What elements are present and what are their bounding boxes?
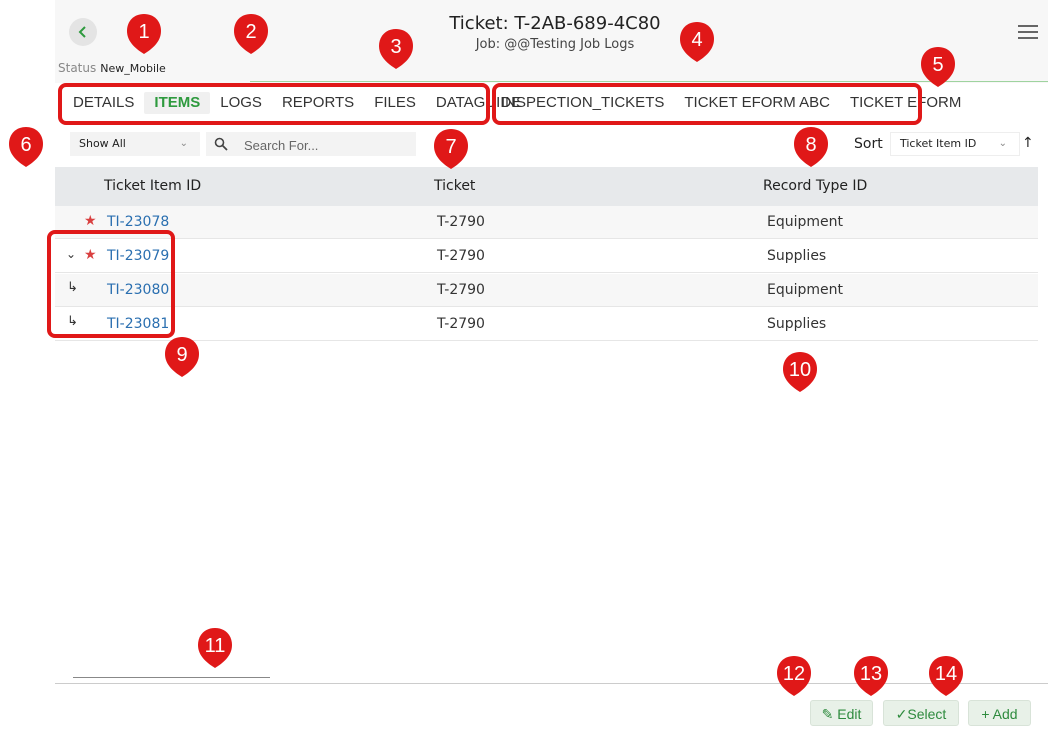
callout-marker: 10 [780,350,820,394]
star-icon[interactable]: ★ [84,213,97,229]
record-type-cell: Equipment [767,214,843,230]
table-row[interactable]: ↳ TI-23081 T-2790 Supplies [55,308,1038,341]
ticket-cell: T-2790 [437,214,485,230]
sort-value: Ticket Item ID [900,137,977,150]
column-header-ticket[interactable]: Ticket [434,178,475,194]
callout-marker: 7 [431,127,471,171]
back-button[interactable] [69,18,97,46]
select-button[interactable]: ✓Select [883,700,959,726]
table-row[interactable]: ★ TI-23078 T-2790 Equipment [55,206,1038,239]
ticket-item-id-link[interactable]: TI-23078 [107,214,169,230]
search-box [206,132,416,156]
add-button[interactable]: + Add [968,700,1031,726]
callout-marker: 11 [195,626,235,670]
bottom-input-underline[interactable] [73,677,270,678]
search-input[interactable] [242,134,406,156]
footer-divider [55,683,1048,684]
edit-button-label: Edit [837,706,862,722]
chevron-down-icon: ⌄ [998,138,1007,149]
callout-marker: 1 [124,12,164,56]
callout-marker: 2 [231,12,271,56]
record-type-cell: Supplies [767,316,827,332]
select-button-label: Select [907,706,947,722]
sort-label: Sort [854,136,883,152]
status-row: Status New_Mobile [58,61,166,75]
ticket-cell: T-2790 [437,316,485,332]
table-row[interactable]: ↳ TI-23080 T-2790 Equipment [55,274,1038,307]
chevron-left-icon [78,26,86,38]
filter-value: Show All [79,137,126,150]
hamburger-menu-icon[interactable] [1017,24,1039,40]
pencil-icon: ✎ [821,706,834,722]
status-value: New_Mobile [100,62,166,75]
column-header-record-type-id[interactable]: Record Type ID [763,178,867,194]
callout-box-row-controls [47,230,175,338]
status-label: Status [58,61,97,75]
sort-ascending-icon[interactable]: ↑ [1022,135,1034,151]
callout-box-secondary-tabs [492,83,922,125]
callout-marker: 8 [791,125,831,169]
callout-marker: 4 [677,20,717,64]
callout-marker: 13 [851,654,891,698]
ticket-cell: T-2790 [437,248,485,264]
callout-marker: 5 [918,45,958,89]
table-header: Ticket Item ID Ticket Record Type ID [55,167,1038,206]
filter-dropdown[interactable]: Show All ⌄ [70,132,200,156]
column-header-ticket-item-id[interactable]: Ticket Item ID [104,178,201,194]
record-type-cell: Equipment [767,282,843,298]
callout-box-primary-tabs [58,83,490,125]
table-row[interactable]: ⌄ ★ TI-23079 T-2790 Supplies [55,240,1038,273]
callout-marker: 6 [6,125,46,169]
callout-marker: 9 [162,335,202,379]
callout-marker: 3 [376,27,416,71]
check-icon: ✓ [895,706,908,722]
callout-marker: 14 [926,654,966,698]
callout-marker: 12 [774,654,814,698]
chevron-down-icon: ⌄ [179,138,188,149]
record-type-cell: Supplies [767,248,827,264]
sort-dropdown[interactable]: Ticket Item ID ⌄ [890,132,1020,156]
ticket-cell: T-2790 [437,282,485,298]
search-icon [214,137,228,151]
edit-button[interactable]: ✎ Edit [810,700,873,726]
